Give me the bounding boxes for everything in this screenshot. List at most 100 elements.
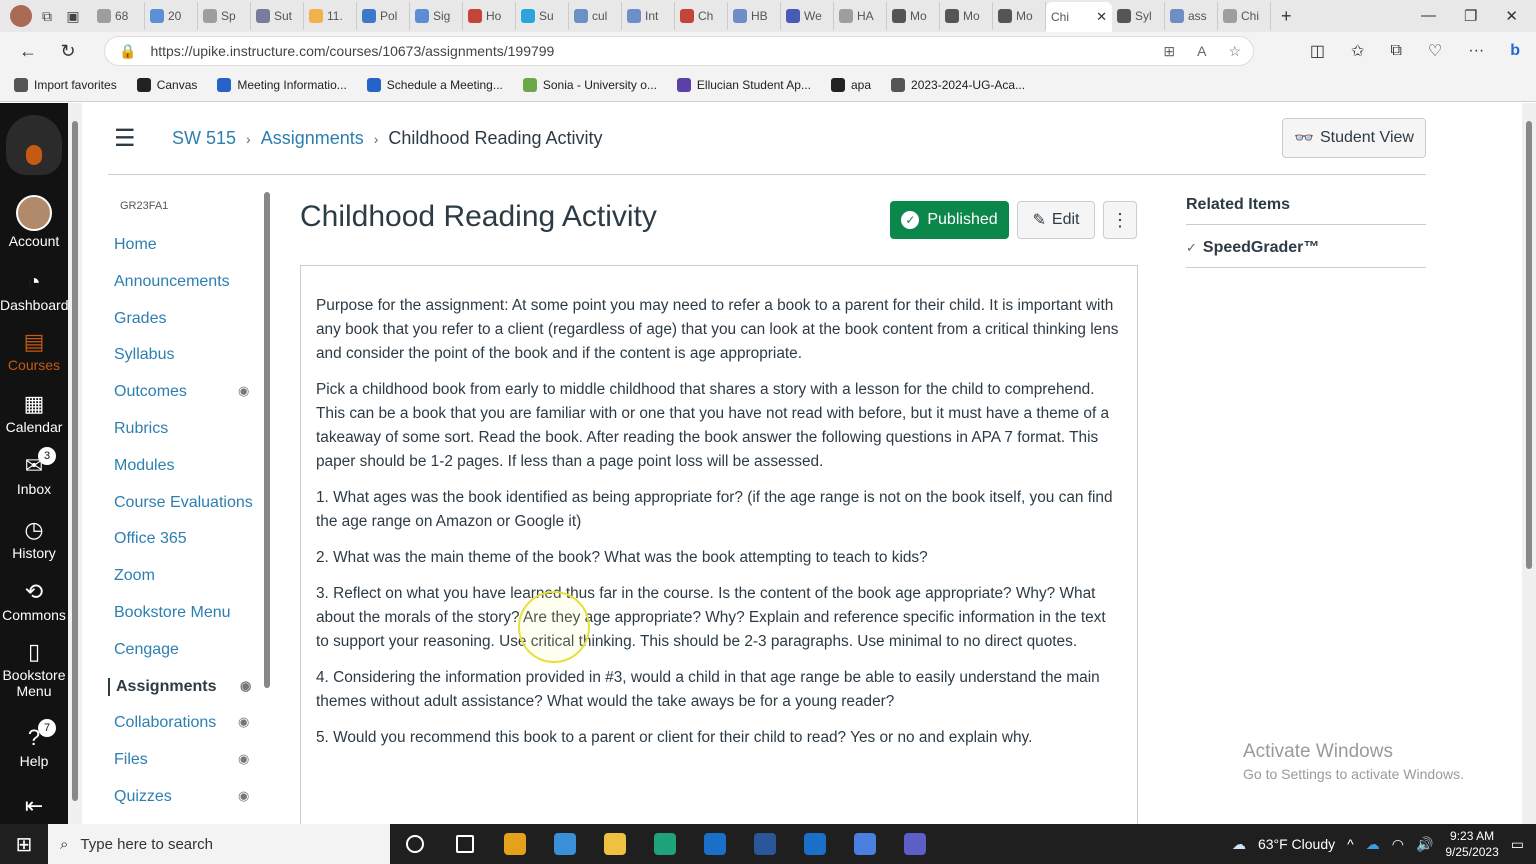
favorite-item[interactable]: 2023-2024-UG-Aca... — [891, 78, 1025, 92]
menu-dots-icon[interactable]: ··· — [1468, 42, 1484, 60]
tab-a2[interactable]: Chi — [1218, 2, 1271, 30]
tab-a0[interactable]: Syl — [1112, 2, 1165, 30]
tab-b0[interactable]: 68 — [92, 2, 145, 30]
tab-b4[interactable]: 11. — [304, 2, 357, 30]
back-icon[interactable]: ← — [8, 34, 48, 68]
global-nav-inbox[interactable]: ✉ Inbox 3 — [0, 447, 68, 497]
settings-icon[interactable] — [840, 824, 890, 864]
word-icon[interactable] — [740, 824, 790, 864]
tab-b14[interactable]: HA — [834, 2, 887, 30]
course-nav-announcements[interactable]: Announcements — [114, 273, 264, 291]
favorite-star-icon[interactable]: ☆ — [1228, 43, 1241, 60]
favorite-item[interactable]: apa — [830, 78, 871, 92]
global-nav-bookstore-menu[interactable]: ▯ Bookstore Menu — [0, 639, 68, 699]
global-nav-dashboard[interactable]: ◔ Dashboard — [0, 269, 69, 313]
course-nav-bookstore-menu[interactable]: Bookstore Menu — [114, 604, 264, 622]
course-nav-assignments[interactable]: Assignments ◉ — [108, 677, 258, 696]
more-options-button[interactable]: ⋮ — [1103, 201, 1137, 239]
global-nav-help[interactable]: ? Help 7 — [0, 719, 68, 769]
tab-b2[interactable]: Sp — [198, 2, 251, 30]
published-button[interactable]: ✓ Published — [890, 201, 1009, 239]
course-nav-collaborations[interactable]: Collaborations ◉ — [114, 714, 264, 732]
course-nav-course-evaluations[interactable]: Course Evaluations — [114, 494, 264, 512]
tab-b5[interactable]: Pol — [357, 2, 410, 30]
tab-b1[interactable]: 20 — [145, 2, 198, 30]
read-aloud-icon[interactable]: A — [1197, 43, 1206, 60]
tab-b6[interactable]: Sig — [410, 2, 463, 30]
favorite-item[interactable]: Meeting Informatio... — [217, 78, 347, 92]
tab-b13[interactable]: We — [781, 2, 834, 30]
course-nav-zoom[interactable]: Zoom — [114, 567, 264, 585]
tab-b11[interactable]: Ch — [675, 2, 728, 30]
weather-text[interactable]: 63°F Cloudy — [1258, 836, 1335, 852]
course-nav-syllabus[interactable]: Syllabus — [114, 346, 264, 364]
chevron-up-icon[interactable]: ^ — [1347, 836, 1354, 852]
course-nav-cengage[interactable]: Cengage — [114, 641, 264, 659]
course-nav-home[interactable]: Home — [114, 236, 264, 254]
favorite-item[interactable]: Sonia - University o... — [522, 78, 657, 92]
cortana-icon[interactable] — [390, 824, 440, 864]
close-icon[interactable]: ✕ — [1096, 9, 1107, 25]
breadcrumb-course[interactable]: SW 515 — [172, 128, 236, 149]
profile-icon[interactable] — [8, 3, 34, 29]
student-view-button[interactable]: 👓 Student View — [1282, 118, 1426, 158]
course-nav-office-365[interactable]: Office 365 — [114, 530, 264, 548]
tab-b12[interactable]: HB — [728, 2, 781, 30]
edge-icon[interactable] — [640, 824, 690, 864]
course-nav-modules[interactable]: Modules — [114, 457, 264, 475]
outlook-2-icon[interactable] — [790, 824, 840, 864]
favorite-item[interactable]: Ellucian Student Ap... — [676, 78, 811, 92]
collections-icon[interactable]: ⧉ — [1390, 42, 1401, 60]
app-available-icon[interactable]: ⊞ — [1163, 43, 1175, 60]
edit-button[interactable]: ✎ Edit — [1017, 201, 1095, 239]
outlook-icon[interactable] — [690, 824, 740, 864]
bing-icon[interactable]: b — [1510, 42, 1520, 60]
close-window-icon[interactable]: ✕ — [1505, 7, 1518, 25]
tab-a1[interactable]: ass — [1165, 2, 1218, 30]
tab-b10[interactable]: Int — [622, 2, 675, 30]
store-icon[interactable] — [540, 824, 590, 864]
new-tab-icon[interactable]: + — [1281, 6, 1292, 27]
course-nav-scrollbar[interactable] — [262, 180, 272, 700]
onedrive-icon[interactable]: ☁ — [1366, 836, 1380, 853]
favorites-icon[interactable]: ✩ — [1351, 41, 1364, 61]
course-nav-grades[interactable]: Grades — [114, 310, 264, 328]
windows-start-icon[interactable]: ⊞ — [0, 824, 48, 864]
favorite-item[interactable]: Canvas — [136, 78, 197, 92]
tab-active[interactable]: Chi ✕ — [1046, 2, 1112, 32]
teams-icon[interactable] — [890, 824, 940, 864]
collapse-nav-icon[interactable]: ⇤ — [0, 793, 68, 821]
tab-b16[interactable]: Mo — [940, 2, 993, 30]
volume-icon[interactable]: 🔊 — [1416, 836, 1433, 853]
tab-b8[interactable]: Su — [516, 2, 569, 30]
notification-icon[interactable]: ▭ — [1511, 836, 1524, 853]
tab-b9[interactable]: cul — [569, 2, 622, 30]
extension-icon[interactable]: ♡ — [1428, 41, 1442, 61]
wifi-icon[interactable]: ◠ — [1392, 836, 1404, 853]
logo[interactable] — [6, 115, 62, 175]
course-nav-rubrics[interactable]: Rubrics — [114, 420, 264, 438]
nav-scrollbar[interactable] — [68, 103, 82, 824]
tab-b17[interactable]: Mo — [993, 2, 1046, 30]
global-nav-calendar[interactable]: ▦ Calendar — [0, 391, 68, 435]
course-nav-quizzes[interactable]: Quizzes ◉ — [114, 788, 264, 806]
task-view-icon[interactable] — [440, 824, 490, 864]
tab-b15[interactable]: Mo — [887, 2, 940, 30]
favorite-item[interactable]: Schedule a Meeting... — [366, 78, 503, 92]
course-nav-outcomes[interactable]: Outcomes ◉ — [114, 383, 264, 401]
split-screen-icon[interactable]: ◫ — [1310, 41, 1325, 61]
taskbar-search[interactable]: ⌕ Type here to search — [48, 824, 390, 864]
file-explorer-icon[interactable] — [590, 824, 640, 864]
global-nav-history[interactable]: ◷ History — [0, 517, 68, 561]
clock[interactable]: 9:23 AM 9/25/2023 — [1445, 828, 1498, 860]
favorite-item[interactable]: Import favorites — [14, 78, 117, 92]
chrome-icon[interactable] — [490, 824, 540, 864]
global-nav-account[interactable]: Account — [0, 195, 68, 249]
address-bar[interactable]: 🔒 https://upike.instructure.com/courses/… — [104, 36, 1254, 66]
tab-b7[interactable]: Ho — [463, 2, 516, 30]
tab-actions-icon[interactable]: ▣ — [60, 3, 86, 29]
minimize-icon[interactable]: — — [1421, 7, 1436, 25]
collections-icon[interactable]: ⧉ — [34, 3, 60, 29]
global-nav-courses[interactable]: ▤ Courses — [0, 329, 68, 373]
course-nav-files[interactable]: Files ◉ — [114, 751, 264, 769]
